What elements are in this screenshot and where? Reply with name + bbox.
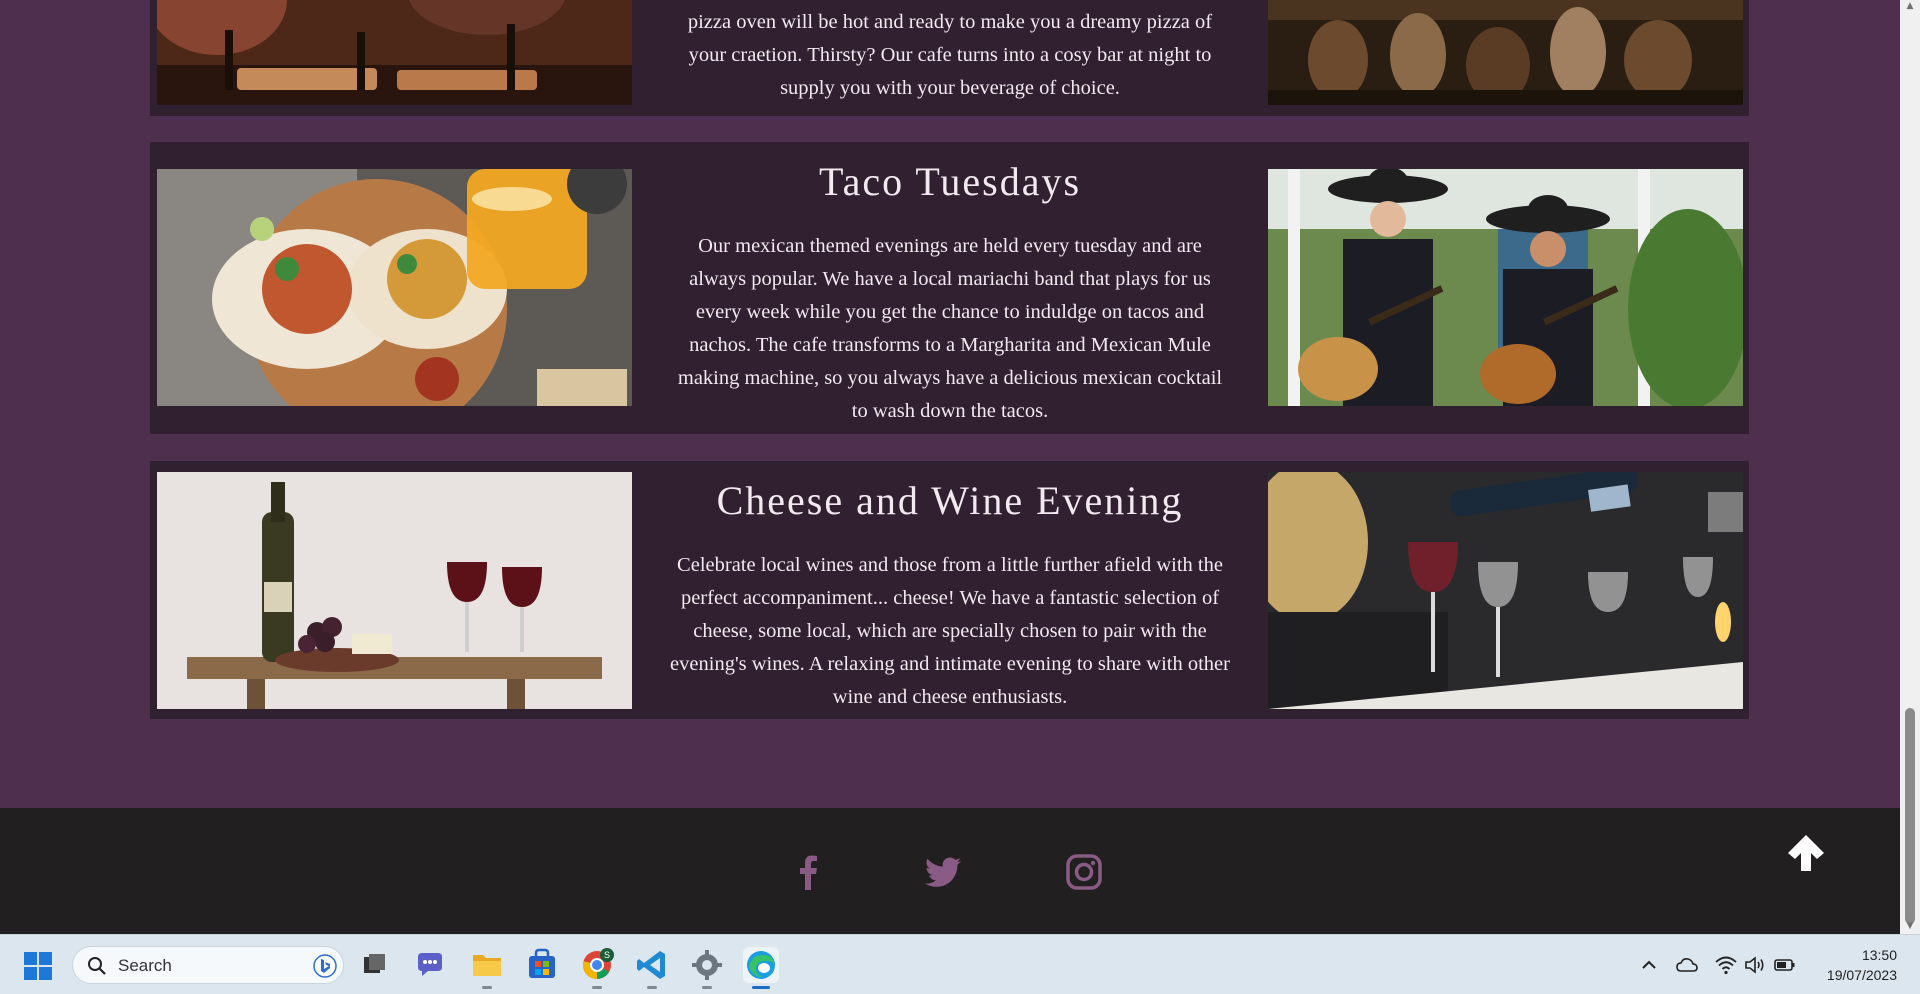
vscode-icon[interactable] <box>634 947 670 989</box>
event-description: Our mexican themed evenings are held eve… <box>677 235 1223 422</box>
teams-chat-icon[interactable] <box>412 947 448 983</box>
event-card-taco-tuesdays: Taco Tuesdays Our mexican themed evening… <box>150 142 1749 434</box>
windows-taskbar: Search S 13:50 19/07/2023 <box>0 934 1920 994</box>
event-text: Taco Tuesdays Our mexican themed evening… <box>660 142 1240 428</box>
twitter-icon[interactable] <box>923 852 963 892</box>
busy-bar-crowd-photo <box>1268 0 1743 105</box>
volume-icon[interactable] <box>1743 953 1767 977</box>
windows-start-icon[interactable] <box>24 952 52 980</box>
microsoft-store-icon[interactable] <box>524 947 560 983</box>
settings-icon[interactable] <box>689 947 725 989</box>
wifi-icon[interactable] <box>1714 953 1738 977</box>
facebook-icon[interactable] <box>788 852 828 892</box>
wine-bottle-and-grapes-photo <box>157 472 632 709</box>
task-view-icon[interactable] <box>356 947 392 983</box>
instagram-icon[interactable] <box>1064 852 1104 892</box>
tacos-and-cocktail-photo <box>157 169 632 406</box>
event-description: pizza oven will be hot and ready to make… <box>687 11 1213 99</box>
pizza-night-dinner-photo <box>157 0 632 105</box>
taskbar-search[interactable]: Search <box>72 946 344 984</box>
edge-icon[interactable] <box>743 947 779 989</box>
event-title: Cheese and Wine Evening <box>716 478 1184 523</box>
mariachi-band-photo <box>1268 169 1743 406</box>
chevron-up-icon[interactable] <box>1637 953 1661 977</box>
battery-icon[interactable] <box>1773 953 1797 977</box>
scroll-down-arrow-icon[interactable]: ▼ <box>1905 922 1915 931</box>
system-clock[interactable]: 13:50 19/07/2023 <box>1827 945 1897 985</box>
search-icon <box>88 957 106 975</box>
clock-time: 13:50 <box>1861 947 1897 963</box>
event-title: Taco Tuesdays <box>818 159 1082 204</box>
scroll-thumb[interactable] <box>1905 708 1915 924</box>
search-placeholder: Search <box>118 956 172 975</box>
page-scrollbar[interactable]: ▲ ▼ <box>1900 0 1920 934</box>
svg-text:S: S <box>604 950 610 960</box>
file-explorer-icon[interactable] <box>469 947 505 989</box>
onedrive-cloud-icon[interactable] <box>1675 953 1699 977</box>
wine-pouring-photo <box>1268 472 1743 709</box>
bing-icon[interactable] <box>313 954 337 978</box>
event-card-cheese-and-wine: Cheese and Wine Evening Celebrate local … <box>150 461 1749 719</box>
chrome-icon[interactable]: S <box>579 947 615 989</box>
event-text: pizza oven will be hot and ready to make… <box>660 0 1240 105</box>
event-text: Cheese and Wine Evening Celebrate local … <box>660 461 1240 714</box>
arrow-up-icon[interactable] <box>1785 832 1827 874</box>
page-viewport: pizza oven will be hot and ready to make… <box>0 0 1900 934</box>
scroll-up-arrow-icon[interactable]: ▲ <box>1905 2 1915 11</box>
site-footer <box>0 808 1900 934</box>
event-description: Celebrate local wines and those from a l… <box>670 554 1230 708</box>
event-card-pizza-night: pizza oven will be hot and ready to make… <box>150 0 1749 116</box>
clock-date: 19/07/2023 <box>1826 967 1897 983</box>
